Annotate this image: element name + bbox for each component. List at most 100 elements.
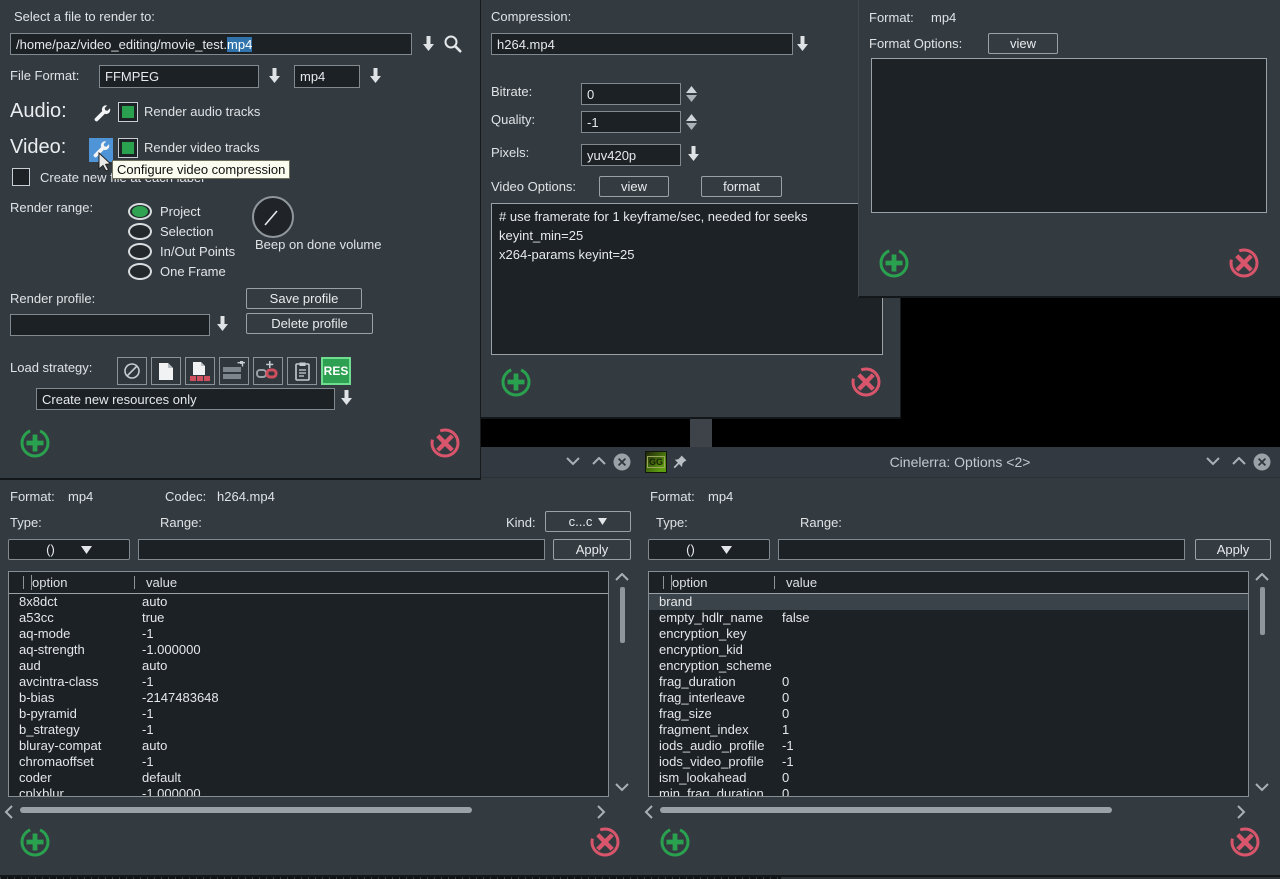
ok-button[interactable] [499, 365, 533, 399]
profile-dropdown-icon[interactable] [216, 316, 229, 332]
range-option-one-frame[interactable]: One Frame [128, 261, 235, 281]
shade-window-button[interactable] [566, 457, 580, 466]
beep-volume-knob[interactable] [252, 196, 294, 238]
radio-icon[interactable] [128, 203, 152, 220]
configure-audio-wrench-icon[interactable] [90, 102, 114, 126]
maximize-window-button[interactable] [592, 457, 606, 466]
cancel-button[interactable] [1228, 825, 1262, 859]
ok-button[interactable] [877, 246, 911, 280]
table-row[interactable]: frag_interleave0 [649, 690, 1248, 706]
load-nothing-button[interactable] [117, 357, 147, 385]
table-row[interactable]: a53cctrue [9, 610, 608, 626]
insertion-strategy-dropdown[interactable]: Create new resources only [36, 388, 335, 410]
bitrate-spinner[interactable] [685, 85, 698, 103]
create-resources-button[interactable]: RES [321, 357, 351, 385]
table-row[interactable]: encryption_scheme [649, 658, 1248, 674]
format-options-textarea[interactable] [871, 58, 1267, 213]
apply-button[interactable]: Apply [1195, 539, 1271, 560]
cancel-button[interactable] [1227, 246, 1261, 280]
table-row[interactable]: brand [649, 594, 1248, 610]
horizontal-scrollbar[interactable] [2, 801, 636, 819]
range-option-project[interactable]: Project [128, 201, 235, 221]
value-column-header[interactable]: value [146, 575, 177, 590]
browse-files-icon[interactable] [443, 34, 462, 53]
table-row[interactable]: encryption_key [649, 626, 1248, 642]
file-path-input[interactable]: /home/paz/video_editing/movie_test.mp4 [10, 33, 412, 55]
range-option-selection[interactable]: Selection [128, 221, 235, 241]
option-column-header[interactable]: option [671, 575, 707, 590]
close-window-button[interactable] [1253, 453, 1271, 471]
vertical-scroll-thumb[interactable] [620, 587, 625, 643]
render-profile-input[interactable] [10, 314, 210, 336]
append-new-tracks-button[interactable] [219, 357, 249, 385]
video-options-textarea[interactable]: # use framerate for 1 keyframe/sec, need… [491, 203, 883, 355]
table-row[interactable]: coderdefault [9, 770, 608, 786]
table-row[interactable]: iods_video_profile-1 [649, 754, 1248, 770]
table-row[interactable]: bluray-compatauto [9, 738, 608, 754]
codec-input[interactable]: h264.mp4 [491, 33, 793, 55]
paste-insertion-button[interactable] [287, 357, 317, 385]
table-row[interactable]: fragment_index1 [649, 722, 1248, 738]
apply-button[interactable]: Apply [553, 539, 631, 560]
save-profile-button[interactable]: Save profile [246, 288, 362, 309]
bitrate-input[interactable]: 0 [581, 83, 681, 105]
create-new-file-checkbox[interactable] [12, 168, 30, 186]
table-header[interactable]: option value [9, 572, 608, 594]
table-row[interactable]: min_frag_duration0 [649, 786, 1248, 797]
insertion-strategy-dropdown-icon[interactable] [340, 390, 353, 406]
range-input[interactable] [138, 539, 545, 560]
pixels-input[interactable]: yuv420p [581, 144, 681, 166]
ok-button[interactable] [18, 426, 52, 460]
concatenate-tracks-button[interactable] [253, 357, 283, 385]
radio-icon[interactable] [128, 263, 152, 280]
replace-concatenate-button[interactable] [185, 357, 215, 385]
type-dropdown[interactable]: () [8, 539, 130, 560]
radio-icon[interactable] [128, 243, 152, 260]
table-row[interactable]: avcintra-class-1 [9, 674, 608, 690]
close-window-button[interactable] [613, 453, 631, 471]
cancel-button[interactable] [588, 825, 622, 859]
extension-dropdown-icon[interactable] [369, 68, 382, 84]
horizontal-scrollbar[interactable] [642, 801, 1276, 819]
table-row[interactable]: ism_lookahead0 [649, 770, 1248, 786]
scroll-down-icon[interactable] [1255, 783, 1269, 792]
table-row[interactable]: empty_hdlr_namefalse [649, 610, 1248, 626]
shade-window-button[interactable] [1206, 457, 1220, 466]
render-audio-checkbox[interactable] [118, 102, 138, 122]
format-options-view-button[interactable]: view [988, 33, 1058, 54]
table-row[interactable]: frag_duration0 [649, 674, 1248, 690]
options-right-titlebar[interactable]: GG Cinelerra: Options <2> [640, 447, 1280, 478]
ok-button[interactable] [658, 825, 692, 859]
range-input[interactable] [778, 539, 1185, 560]
format-dropdown-icon[interactable] [268, 68, 281, 84]
scroll-up-icon[interactable] [1255, 573, 1269, 582]
replace-project-button[interactable] [151, 357, 181, 385]
table-row[interactable]: b-bias-2147483648 [9, 690, 608, 706]
value-column-header[interactable]: value [786, 575, 817, 590]
scroll-up-icon[interactable] [615, 573, 629, 582]
render-video-checkbox[interactable] [118, 138, 138, 158]
vertical-scroll-thumb[interactable] [1260, 587, 1265, 635]
table-row[interactable]: cplxblur-1.000000 [9, 786, 608, 797]
radio-icon[interactable] [128, 223, 152, 240]
file-format-input[interactable]: FFMPEG [99, 65, 259, 88]
table-row[interactable]: iods_audio_profile-1 [649, 738, 1248, 754]
scroll-down-icon[interactable] [615, 783, 629, 792]
table-row[interactable]: frag_size0 [649, 706, 1248, 722]
table-row[interactable]: encryption_kid [649, 642, 1248, 658]
kind-dropdown[interactable]: c...c [545, 511, 631, 532]
ok-button[interactable] [18, 825, 52, 859]
table-row[interactable]: b_strategy-1 [9, 722, 608, 738]
table-row[interactable]: chromaoffset-1 [9, 754, 608, 770]
range-option-in-out-points[interactable]: In/Out Points [128, 241, 235, 261]
cancel-button[interactable] [849, 365, 883, 399]
table-row[interactable]: aq-mode-1 [9, 626, 608, 642]
extension-input[interactable]: mp4 [294, 65, 360, 88]
table-row[interactable]: 8x8dctauto [9, 594, 608, 610]
table-header[interactable]: option value [649, 572, 1248, 594]
video-options-view-button[interactable]: view [599, 176, 669, 197]
maximize-window-button[interactable] [1232, 457, 1246, 466]
scroll-left-icon[interactable] [4, 805, 13, 819]
scroll-left-icon[interactable] [644, 805, 653, 819]
vertical-scrollbar[interactable] [1250, 571, 1274, 797]
